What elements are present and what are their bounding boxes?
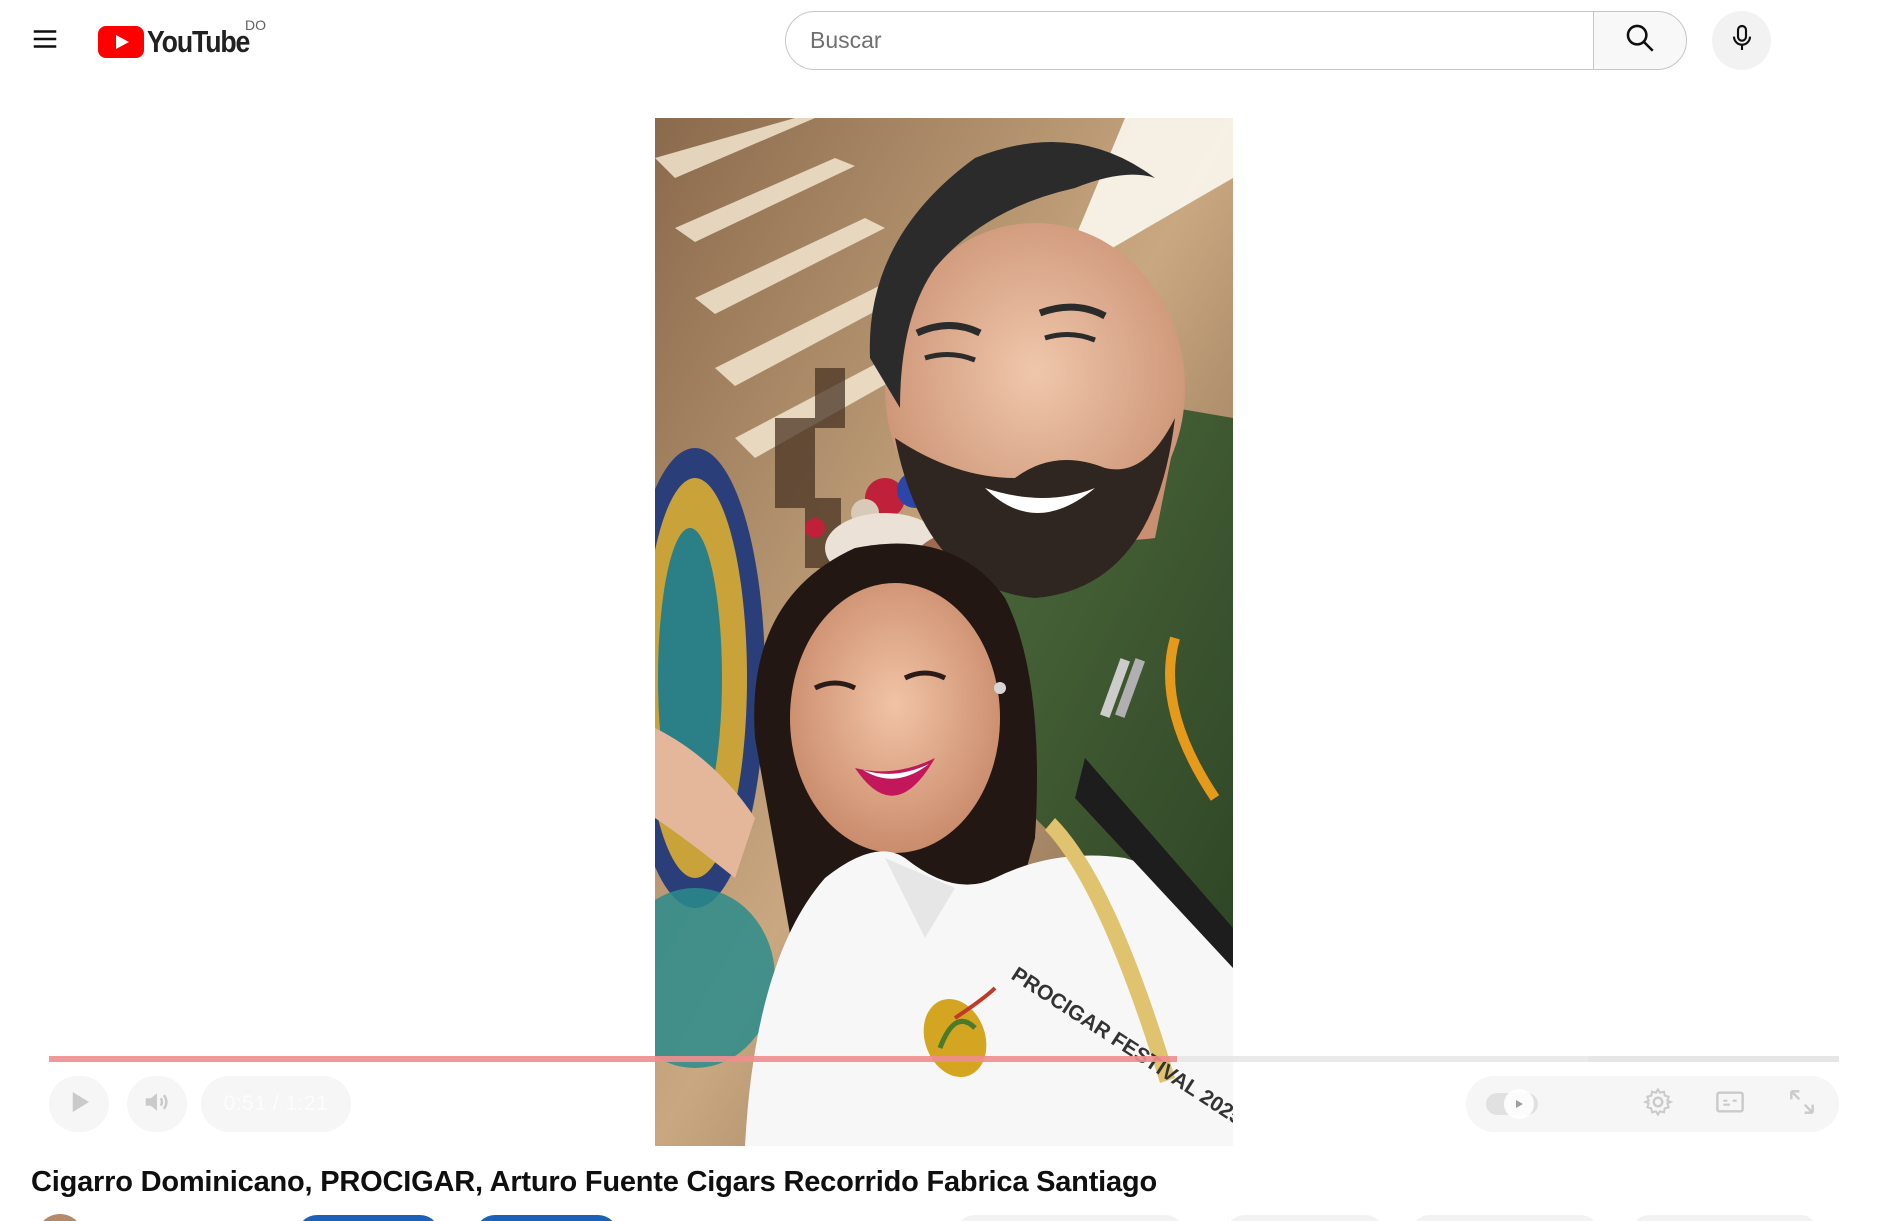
progress-played — [49, 1056, 1177, 1062]
fullscreen-button[interactable] — [1774, 1076, 1830, 1132]
video-title: Cigarro Dominicano, PROCIGAR, Arturo Fue… — [31, 1166, 1157, 1198]
logo-text: YouTube — [147, 24, 250, 59]
autoplay-toggle-icon — [1504, 1089, 1534, 1119]
video-frame[interactable]: PROCIGAR FESTIVAL 2025 — [655, 118, 1233, 1146]
chip-2[interactable] — [1225, 1215, 1385, 1221]
volume-icon — [142, 1087, 172, 1122]
search-input[interactable] — [785, 11, 1593, 70]
channel-avatar[interactable] — [36, 1214, 84, 1221]
youtube-logo[interactable]: YouTube — [98, 22, 266, 62]
settings-button[interactable] — [1630, 1076, 1686, 1132]
miniplayer-button[interactable] — [1702, 1076, 1758, 1132]
video-still: PROCIGAR FESTIVAL 2025 — [655, 118, 1233, 1146]
chip-4[interactable] — [1630, 1215, 1820, 1221]
settings-gear-icon — [1642, 1086, 1674, 1123]
microphone-icon — [1726, 22, 1758, 59]
action-button-2[interactable] — [475, 1215, 618, 1221]
search-button[interactable] — [1593, 11, 1687, 70]
search-icon — [1623, 21, 1657, 60]
miniplayer-icon — [1714, 1086, 1746, 1123]
chip-3[interactable] — [1410, 1215, 1600, 1221]
video-player[interactable]: PROCIGAR FESTIVAL 2025 0:51 / 1:21 — [49, 118, 1839, 1146]
voice-search-button[interactable] — [1712, 11, 1771, 70]
masthead: YouTube DO — [0, 0, 1878, 80]
youtube-play-logo-icon — [98, 26, 144, 58]
progress-bar[interactable] — [49, 1056, 1839, 1062]
time-display: 0:51 / 1:21 — [201, 1076, 351, 1132]
youtube-watch-page: YouTube DO Buscar PROCIGAR FESTIVAL 2025… — [0, 0, 1878, 1221]
play-button[interactable] — [49, 1076, 109, 1132]
right-controls — [1466, 1076, 1839, 1132]
hamburger-menu-icon — [30, 24, 60, 59]
play-icon — [64, 1087, 94, 1122]
action-button-1[interactable] — [297, 1215, 440, 1221]
country-code: DO — [245, 17, 266, 33]
guide-menu-button[interactable] — [20, 16, 70, 66]
autoplay-toggle[interactable] — [1486, 1089, 1538, 1119]
mute-button[interactable] — [127, 1076, 187, 1132]
chip-1[interactable] — [955, 1215, 1185, 1221]
search-box — [785, 11, 1687, 70]
owner-row — [0, 1210, 1878, 1221]
fullscreen-icon — [1786, 1086, 1818, 1123]
